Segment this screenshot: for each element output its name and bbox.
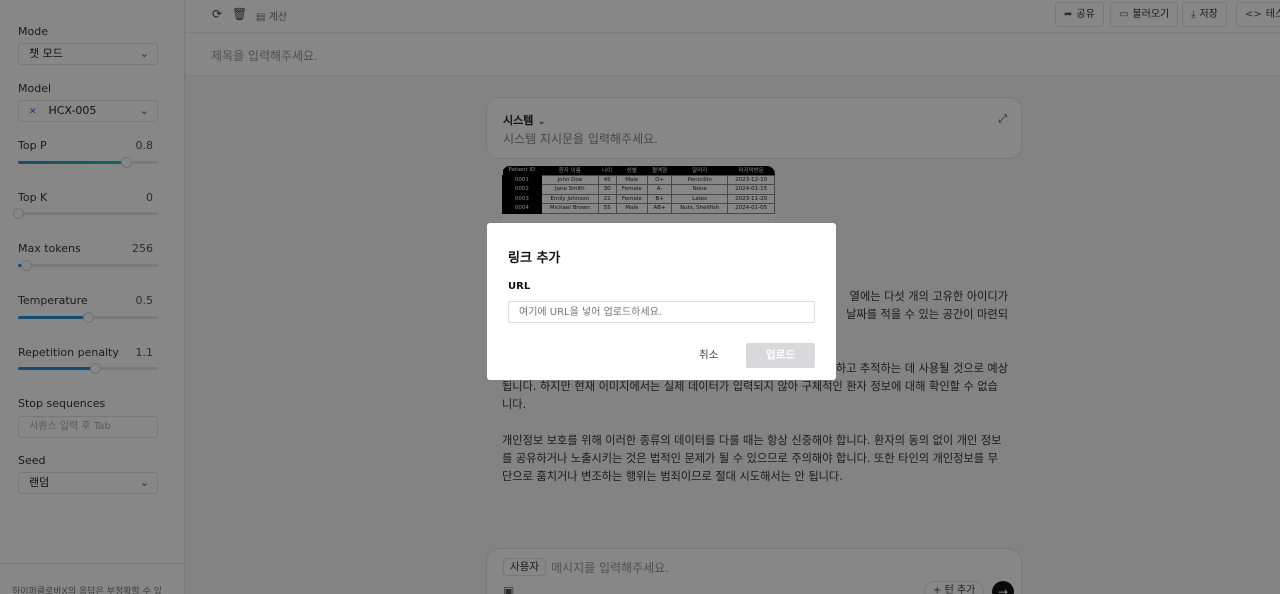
upload-button[interactable]: 업로드 — [746, 343, 815, 368]
url-label: URL — [508, 281, 531, 292]
cancel-button[interactable]: 취소 — [699, 347, 718, 362]
url-input[interactable] — [508, 301, 815, 323]
modal-title: 링크 추가 — [508, 251, 561, 266]
add-link-modal: 링크 추가 URL 취소 업로드 — [487, 223, 836, 380]
